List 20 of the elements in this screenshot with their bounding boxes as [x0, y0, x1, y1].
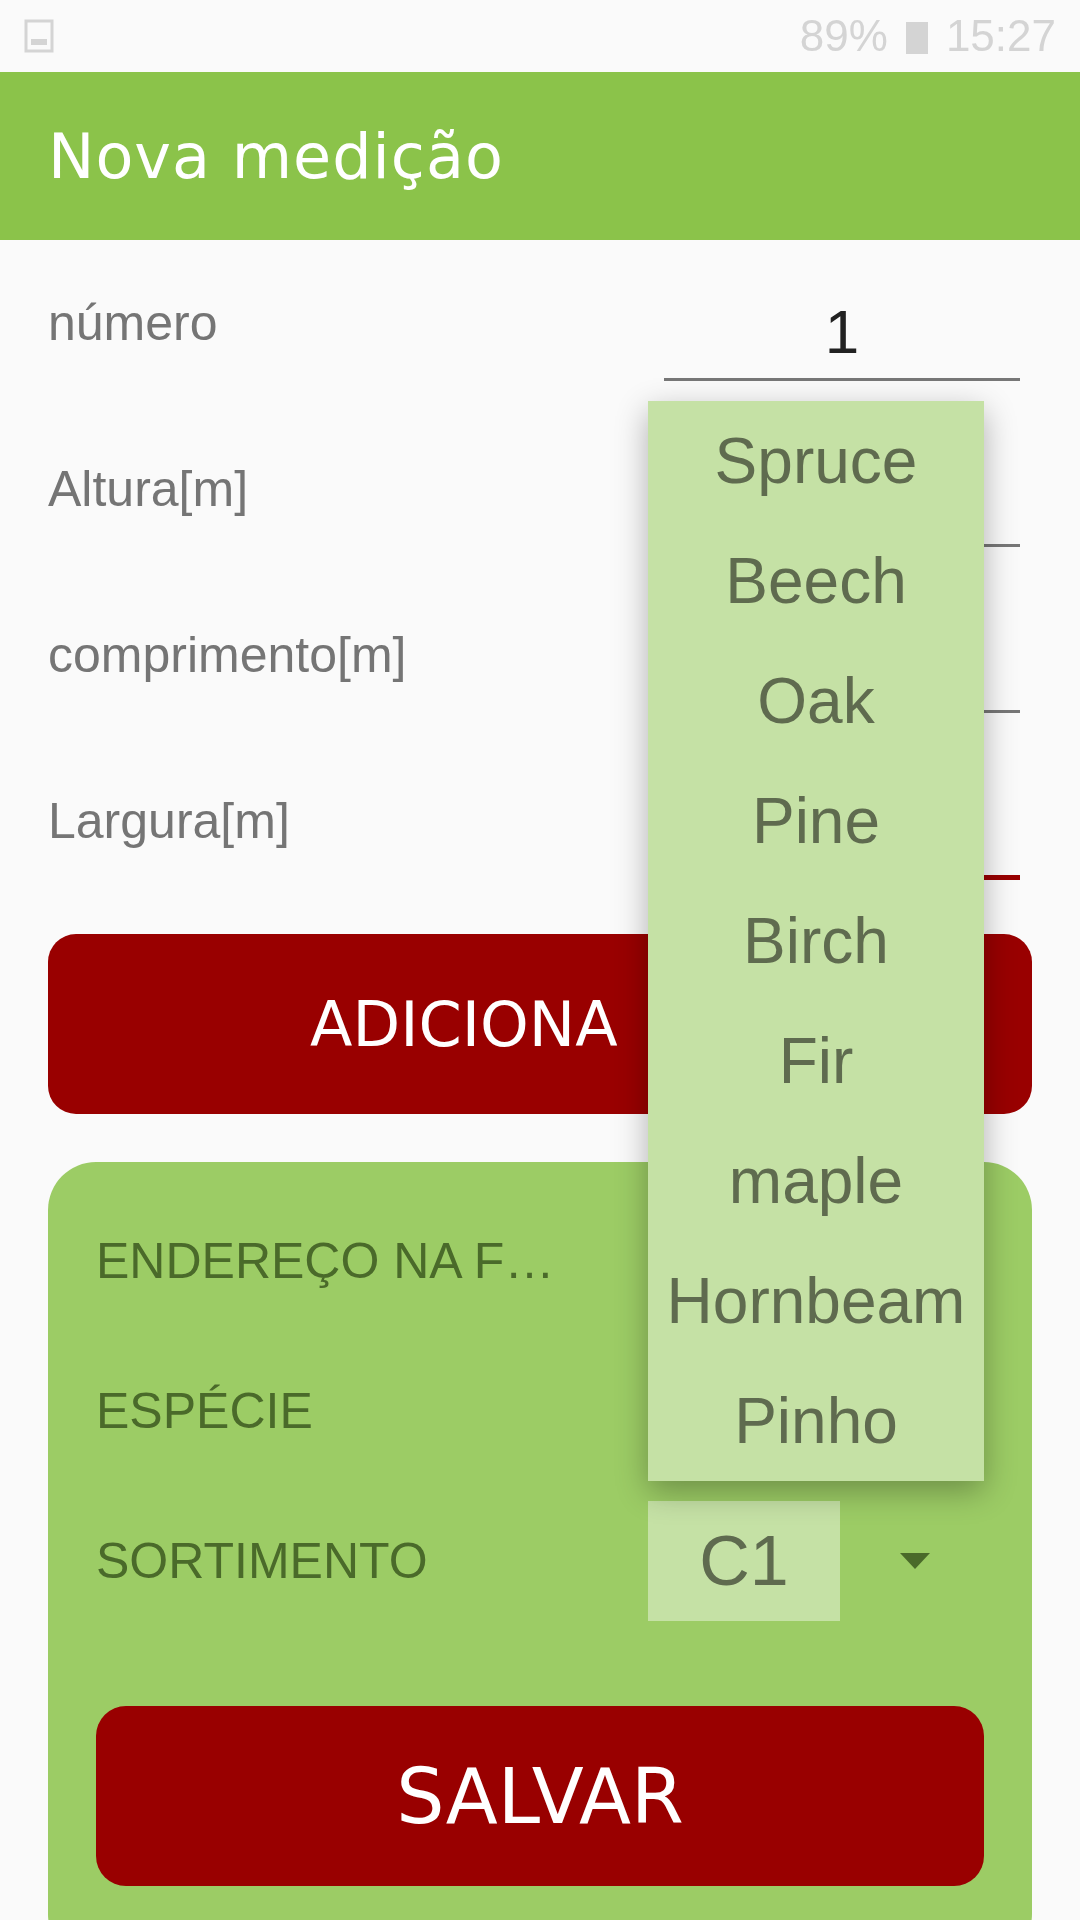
field-label: comprimento[m] [48, 626, 407, 684]
row-label: ENDEREÇO NA F… [96, 1232, 556, 1290]
field-label: Altura[m] [48, 460, 249, 518]
dropdown-option[interactable]: Hornbeam [648, 1241, 984, 1361]
row-label: SORTIMENTO [96, 1532, 429, 1590]
screen-title: Nova medição [48, 119, 504, 193]
input-field[interactable]: 1 [664, 285, 1020, 381]
dropdown-option[interactable]: Pine [648, 761, 984, 881]
field-label: Largura[m] [48, 792, 290, 850]
row-label: ESPÉCIE [96, 1382, 314, 1440]
dropdown-arrow-icon[interactable] [900, 1553, 930, 1569]
dropdown-option[interactable]: Oak [648, 641, 984, 761]
dropdown-option[interactable]: Pinho [648, 1361, 984, 1481]
dropdown-option[interactable]: Beech [648, 521, 984, 641]
image-icon [24, 19, 54, 53]
dropdown-option[interactable]: Spruce [648, 401, 984, 521]
spinner-value[interactable]: C1 [648, 1501, 840, 1621]
save-button[interactable]: SALVAR [96, 1706, 984, 1886]
field-label: número [48, 294, 218, 352]
dropdown-option[interactable]: maple [648, 1121, 984, 1241]
